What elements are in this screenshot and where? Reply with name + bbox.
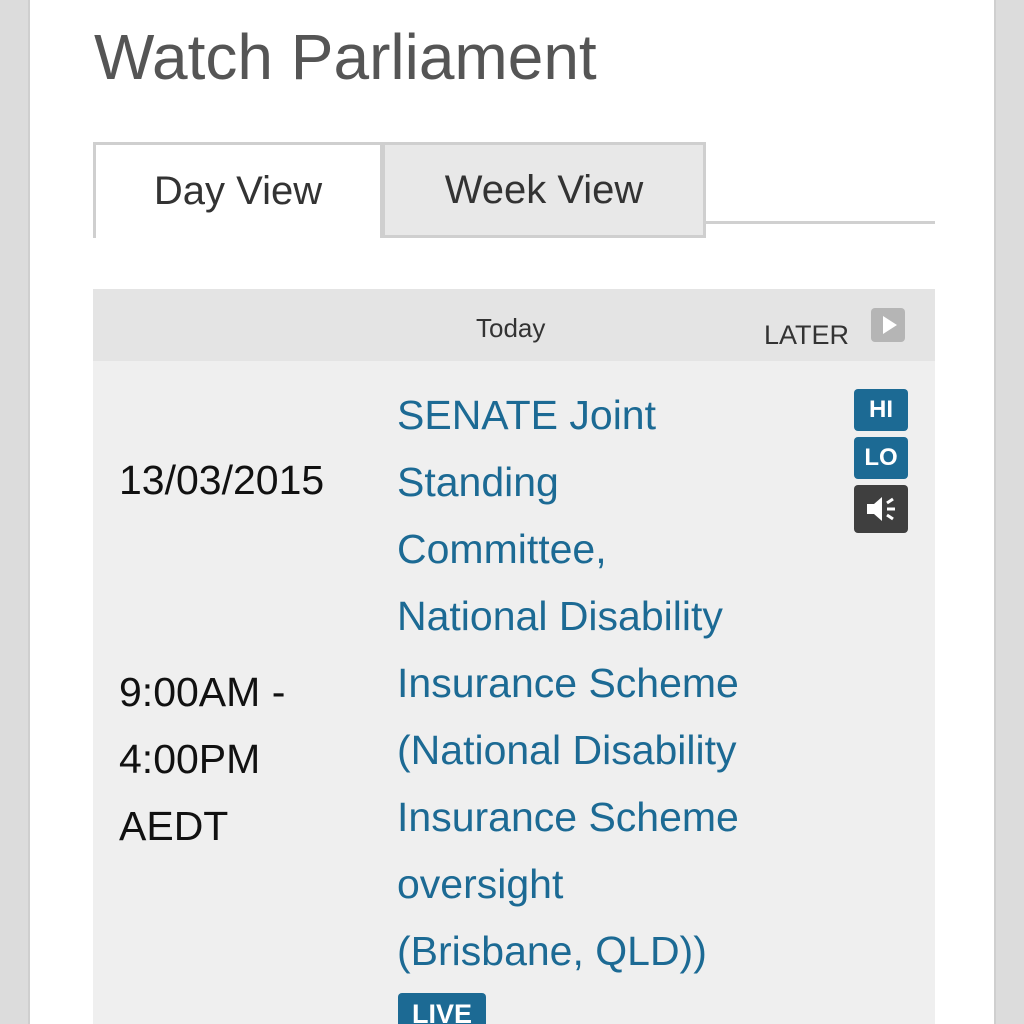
hi-label: HI <box>869 396 893 423</box>
title-line: oversight <box>397 861 564 907</box>
time-line: 9:00AM - <box>119 669 286 715</box>
title-line: SENATE Joint <box>397 392 656 438</box>
tabs-divider <box>704 221 935 224</box>
today-label: Today <box>476 313 546 343</box>
broadcast-date: 13/03/2015 <box>119 457 325 503</box>
title-line: Standing <box>397 459 559 505</box>
speaker-icon <box>867 497 895 521</box>
schedule-panel: Today LATER 13/03/2015 9:00AM - 4:00PM A… <box>93 289 935 1024</box>
watch-parliament-card: Watch Parliament Day View Week View Toda… <box>28 0 996 1024</box>
hi-quality-stream-button[interactable]: HI <box>854 389 908 431</box>
title-line: (Brisbane, QLD)) <box>397 928 707 974</box>
live-badge[interactable]: LIVE <box>398 993 486 1024</box>
tab-day-view-label: Day View <box>153 169 323 213</box>
lo-label: LO <box>864 444 898 471</box>
play-arrow-icon <box>871 308 906 342</box>
broadcast-time: 9:00AM - 4:00PM AEDT <box>119 659 349 860</box>
audio-stream-button[interactable] <box>854 485 908 533</box>
tab-week-view-label: Week View <box>444 167 644 212</box>
title-line: Insurance Scheme <box>397 794 739 840</box>
schedule-header: Today LATER <box>93 289 935 361</box>
later-label: LATER <box>764 320 850 350</box>
later-button[interactable]: LATER <box>764 308 906 352</box>
title-line: National Disability <box>397 593 723 639</box>
title-line: Committee, <box>397 526 607 572</box>
tab-week-view[interactable]: Week View <box>382 142 706 238</box>
time-line: 4:00PM <box>119 736 261 782</box>
title-line: (National Disability <box>397 727 737 773</box>
title-line: Insurance Scheme <box>397 660 739 706</box>
lo-quality-stream-button[interactable]: LO <box>854 437 908 479</box>
tab-day-view[interactable]: Day View <box>93 142 383 238</box>
page-title: Watch Parliament <box>94 21 597 93</box>
time-line: AEDT <box>119 803 229 849</box>
broadcast-title-link[interactable]: SENATE Joint Standing Committee, Nationa… <box>397 382 797 985</box>
